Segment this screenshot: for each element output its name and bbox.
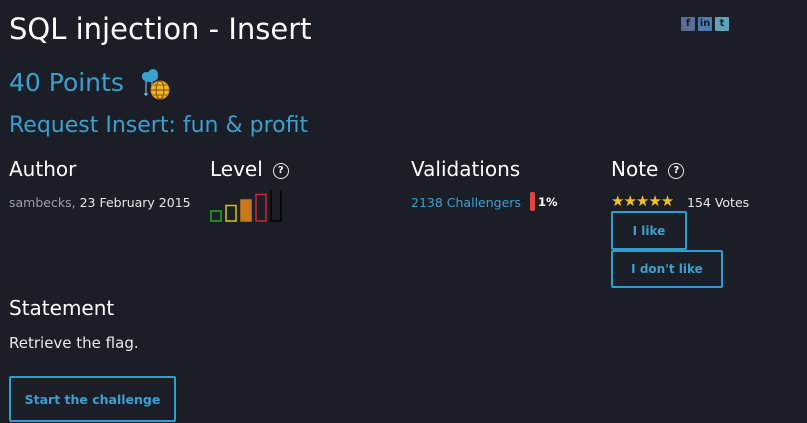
level-bar-5 (270, 190, 282, 222)
author-separator: , (71, 195, 80, 210)
start-challenge-button[interactable]: Start the challenge (9, 376, 176, 422)
level-bar-2 (225, 204, 237, 222)
author-heading: Author (9, 157, 77, 181)
twitter-icon[interactable]: t (715, 17, 729, 31)
level-bar-1 (210, 210, 222, 222)
level-heading: Level? (210, 157, 289, 181)
votes-count: 154 Votes (687, 195, 750, 210)
challenge-subtitle: Request Insert: fun & profit (9, 113, 309, 138)
help-icon[interactable]: ? (272, 163, 289, 179)
challengers-link[interactable]: 2138 Challengers (411, 195, 521, 210)
level-indicator (210, 190, 282, 222)
statement-heading: Statement (9, 296, 115, 320)
facebook-icon[interactable]: f (681, 17, 695, 31)
rating-stars: ★★★★★ (611, 192, 674, 210)
author-name[interactable]: sambecks (9, 195, 72, 210)
note-heading-label: Note (611, 157, 659, 181)
validations-heading: Validations (411, 157, 521, 181)
validation-percent: 1% (538, 195, 558, 209)
web-server-icon (138, 68, 172, 102)
like-button[interactable]: I like (611, 211, 687, 250)
level-heading-label: Level (210, 157, 263, 181)
note-heading: Note? (611, 157, 685, 181)
linkedin-icon[interactable]: in (698, 17, 712, 31)
level-bar-3 (240, 199, 252, 222)
page-title: SQL injection - Insert (9, 12, 312, 46)
validation-percent-bar (530, 192, 535, 211)
points-label: 40 Points (9, 68, 124, 97)
author-date: 23 February 2015 (79, 195, 191, 210)
help-icon[interactable]: ? (668, 163, 685, 179)
statement-text: Retrieve the flag. (9, 334, 139, 352)
level-bar-4 (255, 193, 267, 222)
dislike-button[interactable]: I don't like (611, 250, 723, 288)
social-links: f in t (681, 11, 732, 31)
author-info: sambecks, 23 February 2015 (9, 195, 191, 210)
